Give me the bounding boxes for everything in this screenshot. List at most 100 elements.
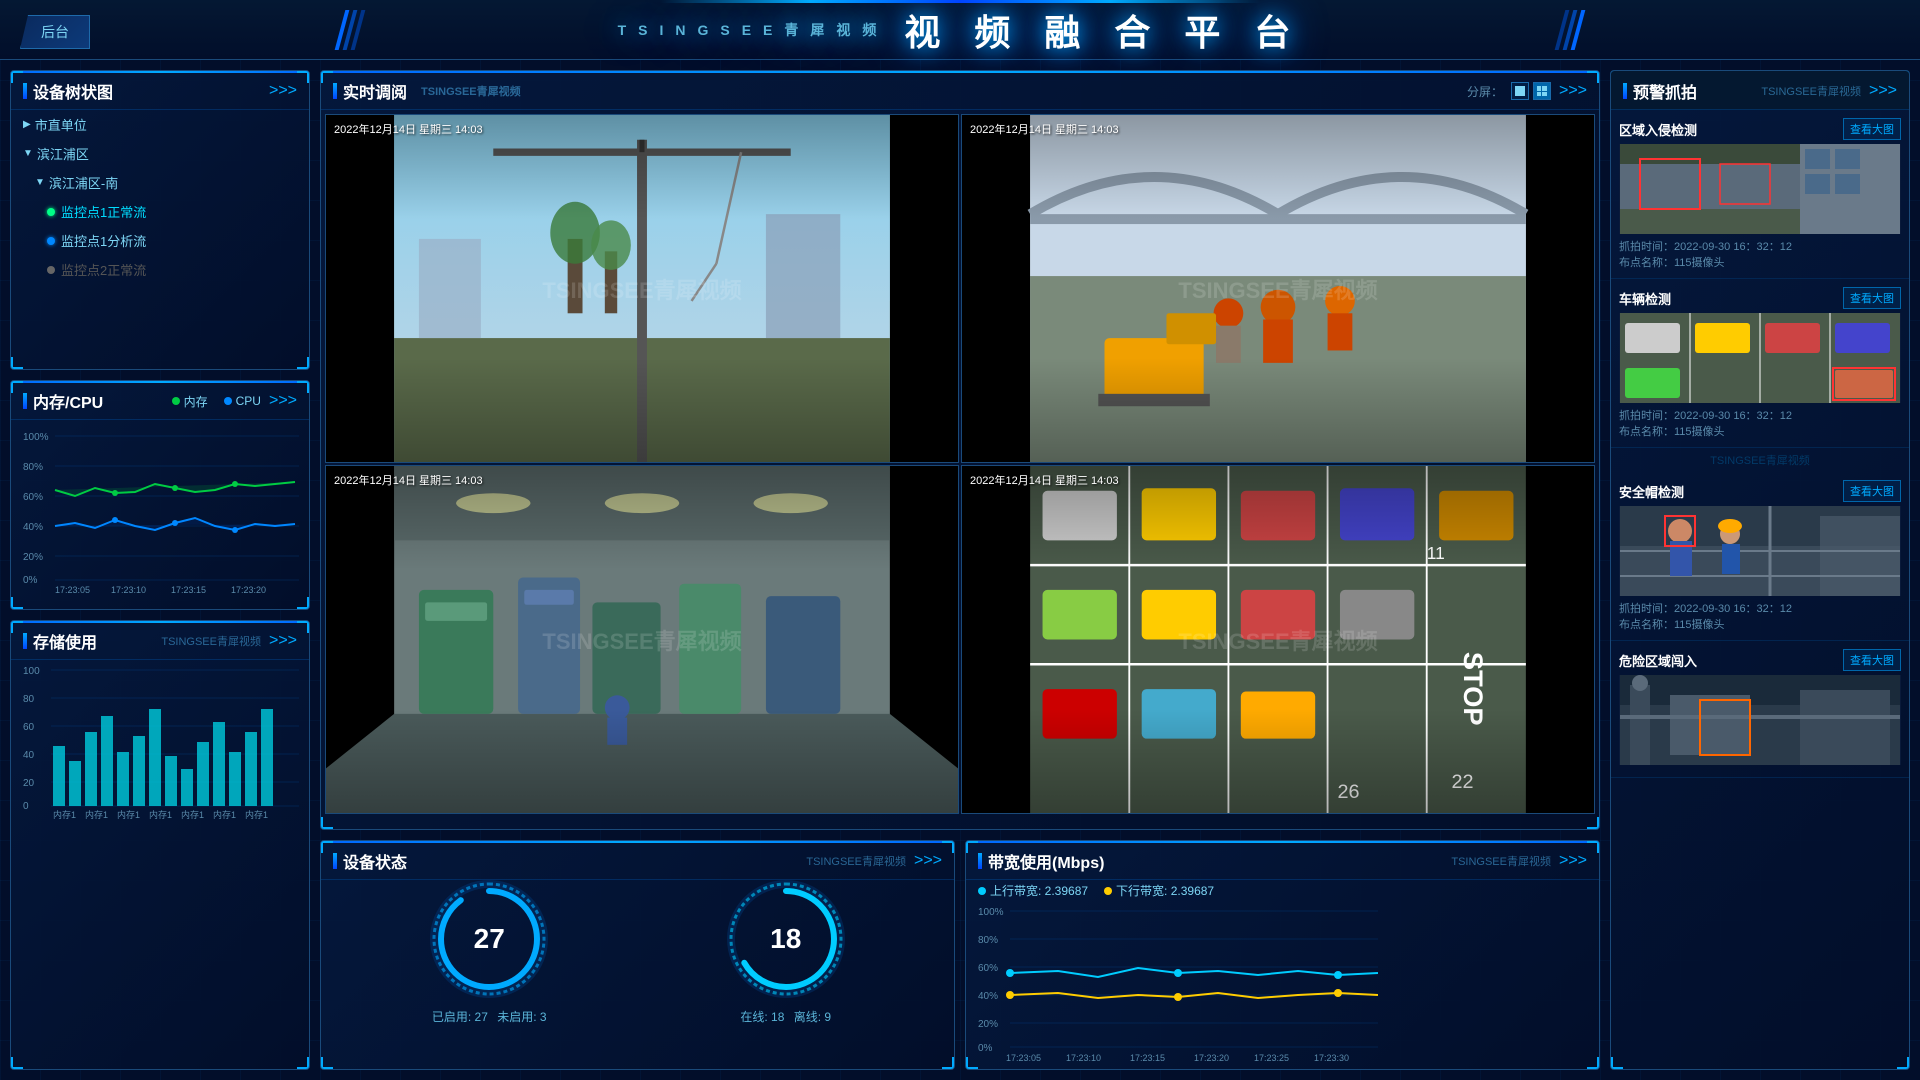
title-icon (23, 83, 27, 99)
alert-name-4: 危险区域闯入 (1619, 651, 1697, 670)
alert-time-2: 抓拍时间：2022-09-30 16：32：12 (1619, 407, 1792, 423)
svg-text:17:23:15: 17:23:15 (1130, 1053, 1165, 1063)
tree-item-3[interactable]: 监控点1正常流 (11, 197, 309, 226)
device-tree-more[interactable]: >>> (269, 82, 297, 100)
device-tree-panel: 设备树状图 >>> ▶ 市直单位 ▼ 滨江浦区 ▼ 滨江浦区-南 (10, 70, 310, 370)
cpu-title: 内存/CPU (23, 389, 103, 413)
alert-scene-3-svg (1619, 506, 1901, 596)
split-buttons (1511, 82, 1551, 100)
status-circles: 27 已启用: 27 未启用: 3 (321, 880, 954, 1018)
status-dot (47, 208, 55, 216)
storage-header: 存储使用 TSINGSEE青犀视频 >>> (11, 621, 309, 660)
alert-camera-2: 布点名称：115摄像头 (1619, 423, 1725, 439)
device-status-header: 设备状态 TSINGSEE青犀视频 >>> (321, 841, 954, 880)
tree-item-1[interactable]: ▼ 滨江浦区 (11, 139, 309, 168)
video-cell-1[interactable]: 2022年12月14日 星期三 14:03 TSINGSEE青犀视频 (325, 114, 959, 463)
split-label: 分屏： (1467, 83, 1503, 100)
video-logo: TSINGSEE青犀视频 (421, 83, 521, 99)
video-timestamp-4: 2022年12月14日 星期三 14:03 (970, 472, 1119, 488)
video-title: 实时调阅 TSINGSEE青犀视频 (333, 79, 521, 103)
svg-text:80: 80 (23, 694, 35, 705)
bandwidth-svg: 100% 80% 60% 40% 20% 0% (978, 903, 1378, 1068)
tree-item-0[interactable]: ▶ 市直单位 (11, 110, 309, 139)
svg-text:17:23:20: 17:23:20 (231, 585, 266, 593)
svg-text:0: 0 (23, 801, 29, 812)
header-deco (660, 0, 1260, 3)
title-icon (23, 393, 27, 409)
online-value: 18 (770, 923, 801, 955)
device-status-panel: 设备状态 TSINGSEE青犀视频 >>> (320, 840, 955, 1070)
cpu-legend: 内存 CPU (172, 393, 261, 410)
cpu-panel: 内存/CPU 内存 CPU >>> (10, 380, 310, 610)
bandwidth-more[interactable]: >>> (1559, 852, 1587, 870)
alert-header-right: TSINGSEE青犀视频 >>> (1761, 82, 1897, 100)
back-button[interactable]: 后台 (20, 15, 90, 49)
video-overlay-2 (962, 115, 1594, 462)
bandwidth-title: 带宽使用(Mbps) (978, 849, 1104, 873)
alert-scene-2-svg (1619, 313, 1901, 403)
video-cell-3[interactable]: 2022年12月14日 星期三 14:03 TSINGSEE青犀视频 (325, 465, 959, 814)
online-circle-group: 18 在线: 18 离线: 9 (721, 874, 851, 1025)
header-left-deco (340, 10, 360, 50)
bandwidth-legend: 上行带宽: 2.39687 下行带宽: 2.39687 (966, 880, 1599, 899)
split-1-btn[interactable] (1511, 82, 1529, 100)
online-gauge: 18 (721, 874, 851, 1004)
svg-text:100: 100 (23, 666, 40, 677)
started-text: 已启用: (432, 1010, 475, 1024)
alert-more[interactable]: >>> (1869, 82, 1897, 100)
svg-text:100%: 100% (978, 907, 1004, 918)
video-cell-4[interactable]: 2022年12月14日 星期三 14:03 TSINGSEE青犀视频 (961, 465, 1595, 814)
alert-view-btn-2[interactable]: 查看大图 (1843, 287, 1901, 309)
storage-panel: 存储使用 TSINGSEE青犀视频 >>> 100 80 60 40 20 0 (10, 620, 310, 1070)
cpu-panel-header: 内存/CPU 内存 CPU >>> (11, 381, 309, 420)
tree-item-2[interactable]: ▼ 滨江浦区-南 (11, 168, 309, 197)
split-4-btn[interactable] (1533, 82, 1551, 100)
svg-text:60%: 60% (23, 492, 43, 503)
alert-view-btn-1[interactable]: 查看大图 (1843, 118, 1901, 140)
realtime-video-panel: 实时调阅 TSINGSEE青犀视频 分屏： (320, 70, 1600, 830)
svg-text:40: 40 (23, 750, 35, 761)
alert-time-1: 抓拍时间：2022-09-30 16：32：12 (1619, 238, 1792, 254)
alert-item-4-header: 危险区域闯入 查看大图 (1619, 649, 1901, 671)
alert-view-btn-3[interactable]: 查看大图 (1843, 480, 1901, 502)
svg-text:17:23:05: 17:23:05 (55, 585, 90, 593)
device-status-more[interactable]: >>> (914, 852, 942, 870)
alert-item-1-header: 区域入侵检测 查看大图 (1619, 118, 1901, 140)
cpu-more[interactable]: >>> (269, 392, 297, 410)
alert-scene-1-svg (1619, 144, 1901, 234)
title-icon (23, 633, 27, 649)
device-status-title: 设备状态 (333, 849, 407, 873)
upload-legend: 上行带宽: 2.39687 (978, 882, 1088, 899)
tree-item-4[interactable]: 监控点1分析流 (11, 226, 309, 255)
svg-text:40%: 40% (23, 522, 43, 533)
device-tree-header: 设备树状图 >>> (11, 71, 309, 110)
alert-time-3: 抓拍时间：2022-09-30 16：32：12 (1619, 600, 1792, 616)
svg-text:内存1: 内存1 (149, 809, 172, 819)
svg-text:17:23:25: 17:23:25 (1254, 1053, 1289, 1063)
chevron-icon: ▼ (35, 177, 45, 188)
alert-camera-1: 布点名称：115摄像头 (1619, 254, 1725, 270)
alert-view-btn-4[interactable]: 查看大图 (1843, 649, 1901, 671)
video-cell-2[interactable]: 2022年12月14日 星期三 14:03 TSINGSEE青犀视频 (961, 114, 1595, 463)
header: 后台 TSINGSEE青犀视频 视 频 融 合 平 台 (0, 0, 1920, 60)
alert-camera-3: 布点名称：115摄像头 (1619, 616, 1725, 632)
alert-img-2 (1619, 313, 1901, 403)
alert-panel: 预警抓拍 TSINGSEE青犀视频 >>> 区域入侵检测 查看大图 (1610, 70, 1910, 1070)
started-gauge: 27 (424, 874, 554, 1004)
mid-bottom-row: 设备状态 TSINGSEE青犀视频 >>> (320, 840, 1600, 1070)
video-more[interactable]: >>> (1559, 82, 1587, 100)
video-timestamp-2: 2022年12月14日 星期三 14:03 (970, 121, 1119, 137)
alert-meta-2: 抓拍时间：2022-09-30 16：32：12 布点名称：115摄像头 (1619, 407, 1901, 439)
svg-text:内存1: 内存1 (53, 809, 76, 819)
storage-more[interactable]: >>> (269, 632, 297, 650)
video-header: 实时调阅 TSINGSEE青犀视频 分屏： (321, 71, 1599, 110)
alert-name-3: 安全帽检测 (1619, 482, 1684, 501)
storage-svg: 100 80 60 40 20 0 (23, 664, 299, 819)
tree-item-5[interactable]: 监控点2正常流 (11, 255, 309, 284)
svg-text:内存1: 内存1 (213, 809, 236, 819)
alert-item-2-header: 车辆检测 查看大图 (1619, 287, 1901, 309)
unstarted-text: 未启用: (497, 1010, 540, 1024)
tree-label: 监控点2正常流 (61, 260, 146, 279)
alert-img-3 (1619, 506, 1901, 596)
alert-name-2: 车辆检测 (1619, 289, 1671, 308)
